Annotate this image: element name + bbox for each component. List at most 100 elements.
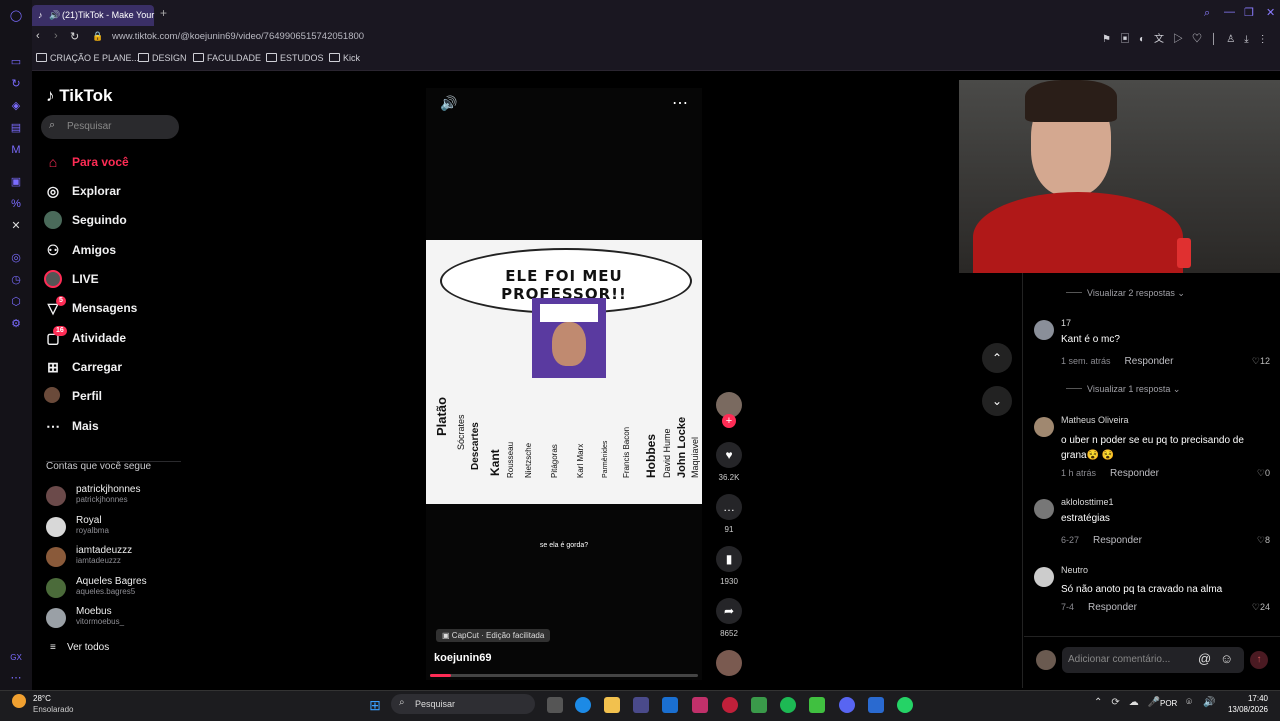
bookmark-panel-icon[interactable]: ▤ — [9, 121, 23, 135]
new-tab-icon[interactable]: + — [160, 6, 167, 20]
x-icon[interactable]: ✕ — [9, 219, 23, 233]
gear-icon[interactable]: ⚙ — [9, 317, 23, 331]
system-tray-icons[interactable]: ⌃⟳☁🎤 — [1094, 697, 1169, 708]
bookmark-folder[interactable]: ESTUDOS — [266, 53, 324, 63]
comment-like-button[interactable]: ♡0 — [1257, 468, 1270, 479]
folder-icon — [329, 53, 340, 62]
follow-plus-icon[interactable]: + — [722, 414, 736, 428]
comment-like-button[interactable]: ♡24 — [1252, 602, 1270, 613]
twitch-icon[interactable]: ▣ — [9, 175, 23, 189]
upload-icon: ⊞ — [47, 359, 59, 375]
avatar[interactable] — [1034, 567, 1054, 587]
save-button[interactable]: ▮ 1930 — [716, 546, 742, 586]
opera-logo-icon[interactable]: ◯ — [9, 9, 23, 23]
spotify-icon[interactable] — [780, 697, 796, 713]
bookmark-folder[interactable]: Kick — [329, 53, 360, 63]
divider — [1024, 636, 1280, 637]
music-avatar[interactable] — [716, 650, 742, 676]
search-tabs-icon[interactable]: ⌕ — [1204, 7, 1210, 20]
toolbar-icons[interactable]: ⚑▣◐文▷♡│♙⤓⋮ — [1102, 30, 1277, 45]
store-icon[interactable] — [633, 697, 649, 713]
speaker-icon[interactable]: 🔊 — [49, 5, 60, 26]
sidebar-app-icon[interactable]: ▭ — [9, 55, 23, 69]
like-button[interactable]: ♥ 36.2K — [716, 442, 742, 482]
philosopher-label: Parmênides — [602, 440, 609, 478]
philosopher-label: Platão — [434, 396, 449, 436]
comment-like-button[interactable]: ♡8 — [1257, 535, 1270, 546]
previous-video-button[interactable]: ⌃ — [982, 343, 1012, 373]
bookmark-folder[interactable]: DESIGN — [138, 53, 187, 63]
close-window-icon[interactable]: ✕ — [1266, 6, 1275, 19]
more-options-icon[interactable]: ⋯ — [672, 93, 688, 113]
reply-button[interactable]: Responder — [1110, 468, 1159, 479]
history-icon[interactable]: ↻ — [9, 77, 23, 91]
vpn-icon[interactable] — [868, 697, 884, 713]
discord-icon[interactable] — [839, 697, 855, 713]
view-replies-link[interactable]: Visualizar 1 resposta ⌄ — [1066, 384, 1180, 395]
video-player[interactable]: 🔊 ⋯ ELE FOI MEU PROFESSOR!! Platão Sócra… — [426, 88, 702, 680]
file-explorer-icon[interactable] — [604, 697, 620, 713]
avatar[interactable] — [1034, 499, 1054, 519]
outlook-icon[interactable] — [662, 697, 678, 713]
reply-button[interactable]: Responder — [1125, 356, 1174, 367]
minimize-icon[interactable]: — — [1224, 6, 1235, 18]
view-replies-link[interactable]: Visualizar 2 respostas ⌄ — [1066, 288, 1185, 299]
comment-input[interactable]: Adicionar comentário... @ ☺ — [1062, 647, 1244, 673]
game-icon[interactable] — [809, 697, 825, 713]
browser-tab[interactable]: ♪ 🔊 (21)TikTok - Make Your — [32, 5, 154, 26]
philosopher-label: Kant — [488, 449, 502, 476]
capcut-badge[interactable]: ▣ CapCut · Edição facilitada — [436, 629, 551, 642]
video-author[interactable]: koejunin69 — [434, 652, 491, 664]
network-icon[interactable]: ⌾ — [1186, 697, 1192, 708]
settings-circle-icon[interactable]: ◎ — [9, 251, 23, 265]
share-button[interactable]: ➦ 8652 — [716, 598, 742, 638]
weather-icon[interactable] — [12, 694, 26, 708]
gx-icon[interactable]: GX — [9, 651, 23, 665]
mention-icon[interactable]: @ — [1198, 651, 1211, 666]
forward-icon[interactable]: › — [54, 30, 58, 42]
weather-temp[interactable]: 28°C — [33, 694, 51, 703]
edge-icon[interactable] — [575, 697, 591, 713]
arrow-up-icon: ↑ — [1256, 654, 1262, 665]
bookmark-folder[interactable]: FACULDADE — [193, 53, 261, 63]
avatar[interactable] — [1034, 320, 1054, 340]
post-comment-button[interactable]: ↑ — [1250, 651, 1268, 669]
minecraft-icon[interactable] — [751, 697, 767, 713]
clock-time[interactable]: 17:40 — [1228, 694, 1268, 703]
clock-icon[interactable]: ◷ — [9, 273, 23, 287]
mail-icon[interactable]: M — [9, 143, 23, 157]
progress-track[interactable] — [430, 674, 698, 677]
task-view-icon[interactable] — [547, 697, 563, 713]
comment-like-button[interactable]: ♡12 — [1252, 356, 1270, 367]
restore-icon[interactable]: ❐ — [1244, 6, 1254, 19]
tiktok-logo[interactable]: ♪ TikTok — [46, 86, 112, 106]
windows-start-icon[interactable]: ⊞ — [367, 697, 383, 713]
volume-icon[interactable]: 🔊 — [440, 95, 457, 112]
bookmark-folder[interactable]: CRIAÇÃO E PLANE... — [36, 53, 139, 63]
more-dots-icon[interactable]: ⋯ — [9, 671, 23, 685]
cube-icon[interactable]: ⬡ — [9, 295, 23, 309]
reply-button[interactable]: Responder — [1088, 602, 1137, 613]
avatar[interactable] — [1034, 417, 1054, 437]
language-indicator[interactable]: POR — [1160, 699, 1177, 708]
back-icon[interactable]: ‹ — [36, 30, 40, 42]
emoji-icon[interactable]: ☺ — [1220, 651, 1233, 666]
whatsapp-icon[interactable] — [897, 697, 913, 713]
opera-gx-icon[interactable] — [722, 697, 738, 713]
app-icon[interactable] — [692, 697, 708, 713]
list-icon: ≡ — [50, 642, 56, 653]
next-video-button[interactable]: ⌄ — [982, 386, 1012, 416]
friends-icon: ⚇ — [46, 242, 60, 258]
activity-badge: 16 — [53, 326, 67, 336]
reply-button[interactable]: Responder — [1093, 535, 1142, 546]
video-frame: ELE FOI MEU PROFESSOR!! Platão Sócrates … — [426, 240, 702, 504]
comment-button[interactable]: … 91 — [716, 494, 742, 534]
reload-icon[interactable]: ↻ — [70, 30, 79, 43]
volume-tray-icon[interactable]: 🔊 — [1203, 697, 1215, 708]
percent-icon[interactable]: % — [9, 197, 23, 211]
search-input[interactable]: ⌕ Pesquisar — [41, 115, 179, 139]
ai-icon[interactable]: ◈ — [9, 99, 23, 113]
see-all-link[interactable]: ≡ Ver todos — [50, 642, 109, 653]
url-field[interactable]: www.tiktok.com/@koejunin69/video/7649906… — [112, 31, 364, 42]
taskbar-search[interactable]: ⌕ Pesquisar — [391, 694, 535, 714]
